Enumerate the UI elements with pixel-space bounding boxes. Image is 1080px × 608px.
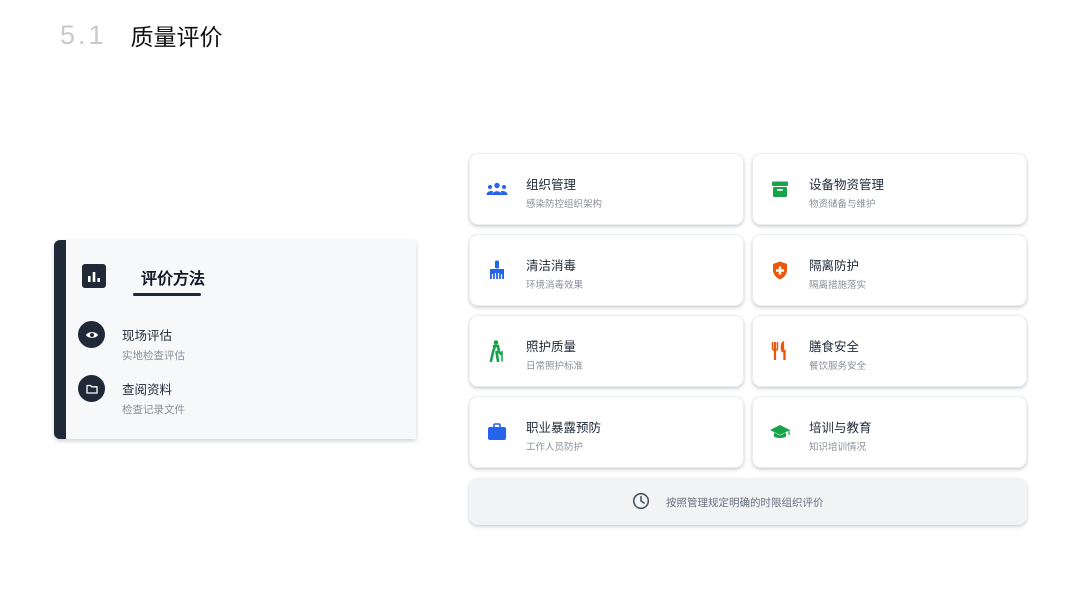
shield-plus-icon: [769, 259, 791, 281]
feature-card-cleaning[interactable]: 清洁消毒 环境消毒效果: [469, 234, 744, 306]
feature-subtitle: 感染防控组织架构: [526, 199, 603, 210]
page-title: 质量评价: [130, 25, 223, 51]
feature-title: 职业暴露预防: [526, 420, 602, 435]
method-item-title: 现场评估: [122, 328, 173, 343]
feature-subtitle: 环境消毒效果: [526, 280, 584, 291]
feature-card-care-quality[interactable]: 照护质量 日常照护标准: [469, 315, 744, 387]
feature-card-organization[interactable]: 组织管理 感染防控组织架构: [469, 153, 744, 225]
note-text: 按照管理规定明确的时限组织评价: [666, 497, 824, 509]
feature-subtitle: 工作人员防护: [526, 442, 584, 453]
timeline-note-bar: 按照管理规定明确的时限组织评价: [469, 478, 1027, 525]
feature-title: 照护质量: [526, 339, 577, 354]
feature-title: 膳食安全: [809, 339, 860, 354]
archive-box-icon: [769, 178, 791, 200]
feature-subtitle: 知识培训情况: [809, 442, 867, 453]
utensils-icon: [769, 340, 791, 362]
feature-card-training[interactable]: 培训与教育 知识培训情况: [752, 396, 1027, 468]
feature-title: 清洁消毒: [526, 258, 577, 273]
method-item-title: 查阅资料: [122, 382, 173, 397]
cleaning-brush-icon: [486, 259, 508, 281]
page-header: 5.1 质量评价: [60, 18, 223, 52]
feature-card-equipment[interactable]: 设备物资管理 物资储备与维护: [752, 153, 1027, 225]
feature-card-occupational-exposure[interactable]: 职业暴露预防 工作人员防护: [469, 396, 744, 468]
feature-card-food-safety[interactable]: 膳食安全 餐饮服务安全: [752, 315, 1027, 387]
eye-icon: [78, 321, 105, 348]
feature-subtitle: 日常照护标准: [526, 361, 584, 372]
feature-subtitle: 隔离措施落实: [809, 280, 867, 291]
feature-subtitle: 物资储备与维护: [809, 199, 876, 210]
method-item-subtitle: 检查记录文件: [122, 404, 185, 416]
title-underline: [133, 293, 201, 296]
clock-icon: [632, 492, 650, 510]
feature-card-isolation[interactable]: 隔离防护 隔离措施落实: [752, 234, 1027, 306]
feature-title: 隔离防护: [809, 258, 860, 273]
method-item-onsite: 现场评估 实地检查评估: [78, 321, 378, 371]
bar-chart-icon: [82, 264, 106, 288]
graduation-cap-icon: [769, 421, 791, 443]
people-icon: [486, 178, 508, 200]
feature-title: 设备物资管理: [809, 177, 885, 192]
feature-title: 组织管理: [526, 177, 577, 192]
walking-cane-icon: [486, 340, 508, 362]
section-number: 5.1: [60, 19, 107, 50]
method-item-documents: 查阅资料 检查记录文件: [78, 375, 378, 425]
evaluation-methods-card: 评价方法 现场评估 实地检查评估 查阅资料 检查记录文件: [54, 240, 416, 439]
folder-icon: [78, 375, 105, 402]
briefcase-icon: [486, 421, 508, 443]
feature-subtitle: 餐饮服务安全: [809, 361, 867, 372]
method-item-subtitle: 实地检查评估: [122, 350, 185, 362]
methods-title: 评价方法: [141, 269, 206, 288]
feature-title: 培训与教育: [809, 420, 872, 435]
